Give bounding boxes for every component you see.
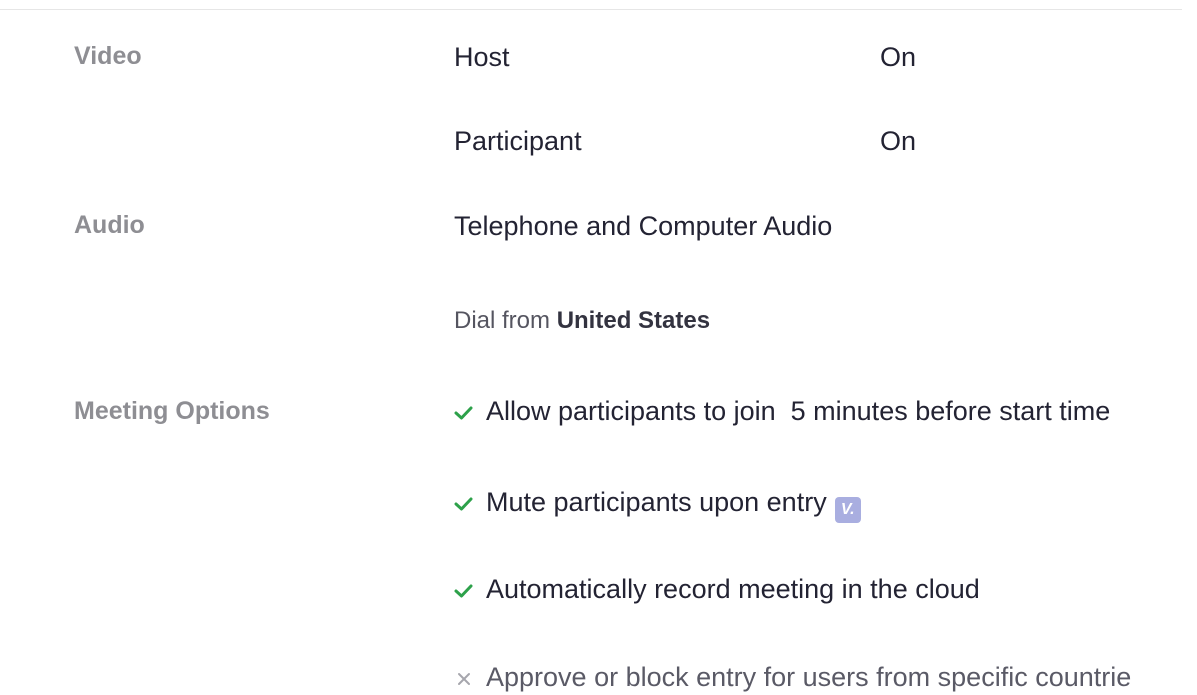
option-country-restriction-text: Approve or block entry for users from sp… [486, 662, 1132, 692]
version-badge-icon: V. [834, 497, 861, 523]
option-mute-on-entry-text: Mute participants upon entry [486, 487, 827, 517]
video-host-label: Host [454, 42, 510, 72]
option-allow-join-before: Allow participants to join 5 minutes bef… [452, 396, 1110, 427]
check-icon [452, 494, 476, 514]
option-auto-record-cloud: Automatically record meeting in the clou… [452, 574, 980, 605]
audio-section-label: Audio [74, 211, 145, 239]
option-allow-join-before-text: Allow participants to join 5 minutes bef… [486, 396, 1111, 426]
option-country-restriction: Approve or block entry for users from sp… [452, 662, 1131, 693]
video-participant-label: Participant [454, 126, 582, 156]
option-mute-on-entry: Mute participants upon entry V. [452, 487, 861, 523]
top-divider [0, 9, 1182, 10]
option-auto-record-cloud-text: Automatically record meeting in the clou… [486, 574, 980, 604]
dial-from-country: United States [556, 307, 711, 334]
video-host-value: On [880, 42, 917, 72]
check-icon [452, 403, 476, 423]
close-icon [452, 669, 476, 689]
audio-type-value: Telephone and Computer Audio [454, 211, 833, 241]
check-icon [452, 581, 476, 601]
dial-from-prefix: Dial from [454, 307, 551, 334]
video-participant-value: On [880, 126, 917, 156]
video-section-label: Video [74, 42, 142, 70]
meeting-options-section-label: Meeting Options [74, 397, 270, 425]
dial-from-text: Dial from United States [454, 307, 710, 335]
